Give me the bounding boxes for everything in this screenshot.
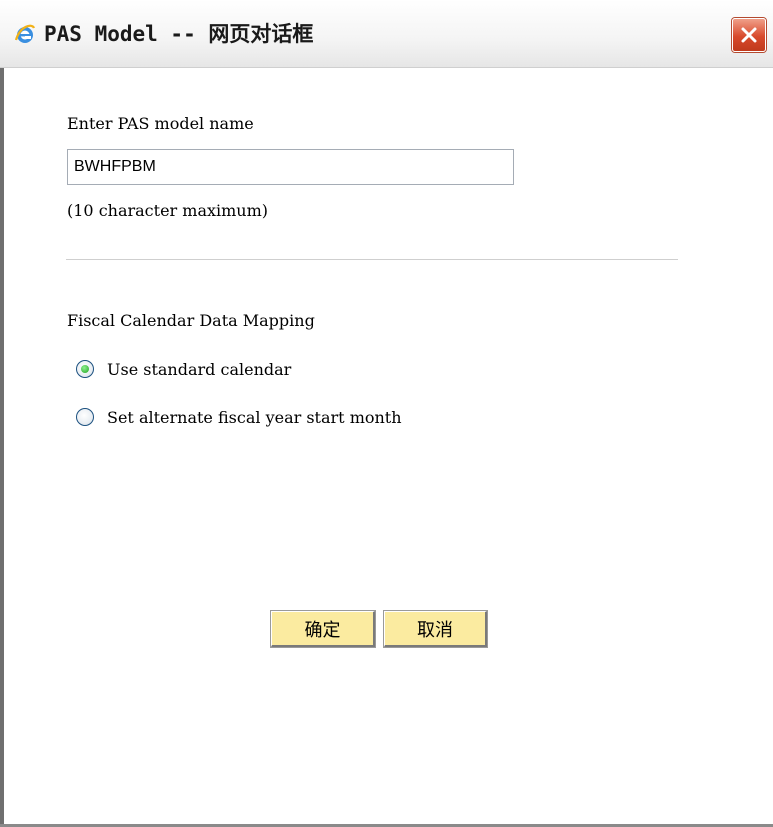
fiscal-calendar-heading: Fiscal Calendar Data Mapping <box>67 311 315 330</box>
cancel-button[interactable]: 取消 <box>384 611 487 647</box>
dialog-window: PAS Model -- 网页对话框 Enter PAS model name … <box>0 0 773 827</box>
radio-label-alternate-fiscal-year: Set alternate fiscal year start month <box>107 407 402 427</box>
radio-option-standard-calendar[interactable]: Use standard calendar <box>76 355 291 383</box>
model-name-input[interactable] <box>67 149 514 185</box>
radio-option-alternate-fiscal-year[interactable]: Set alternate fiscal year start month <box>76 403 402 431</box>
model-name-label: Enter PAS model name <box>67 114 254 133</box>
dialog-content: Enter PAS model name (10 character maxim… <box>4 68 773 824</box>
radio-label-standard-calendar: Use standard calendar <box>107 359 292 379</box>
section-divider <box>66 259 678 260</box>
ok-button[interactable]: 确定 <box>271 611 375 647</box>
radio-button-unselected[interactable] <box>76 408 94 426</box>
radio-selected-dot <box>81 365 89 373</box>
window-title: PAS Model -- 网页对话框 <box>44 22 314 46</box>
close-button[interactable] <box>732 18 766 52</box>
model-name-hint: (10 character maximum) <box>67 201 269 220</box>
radio-button-selected[interactable] <box>76 360 94 378</box>
close-icon <box>741 27 757 43</box>
ie-icon <box>14 24 36 46</box>
title-bar[interactable]: PAS Model -- 网页对话框 <box>0 0 773 68</box>
